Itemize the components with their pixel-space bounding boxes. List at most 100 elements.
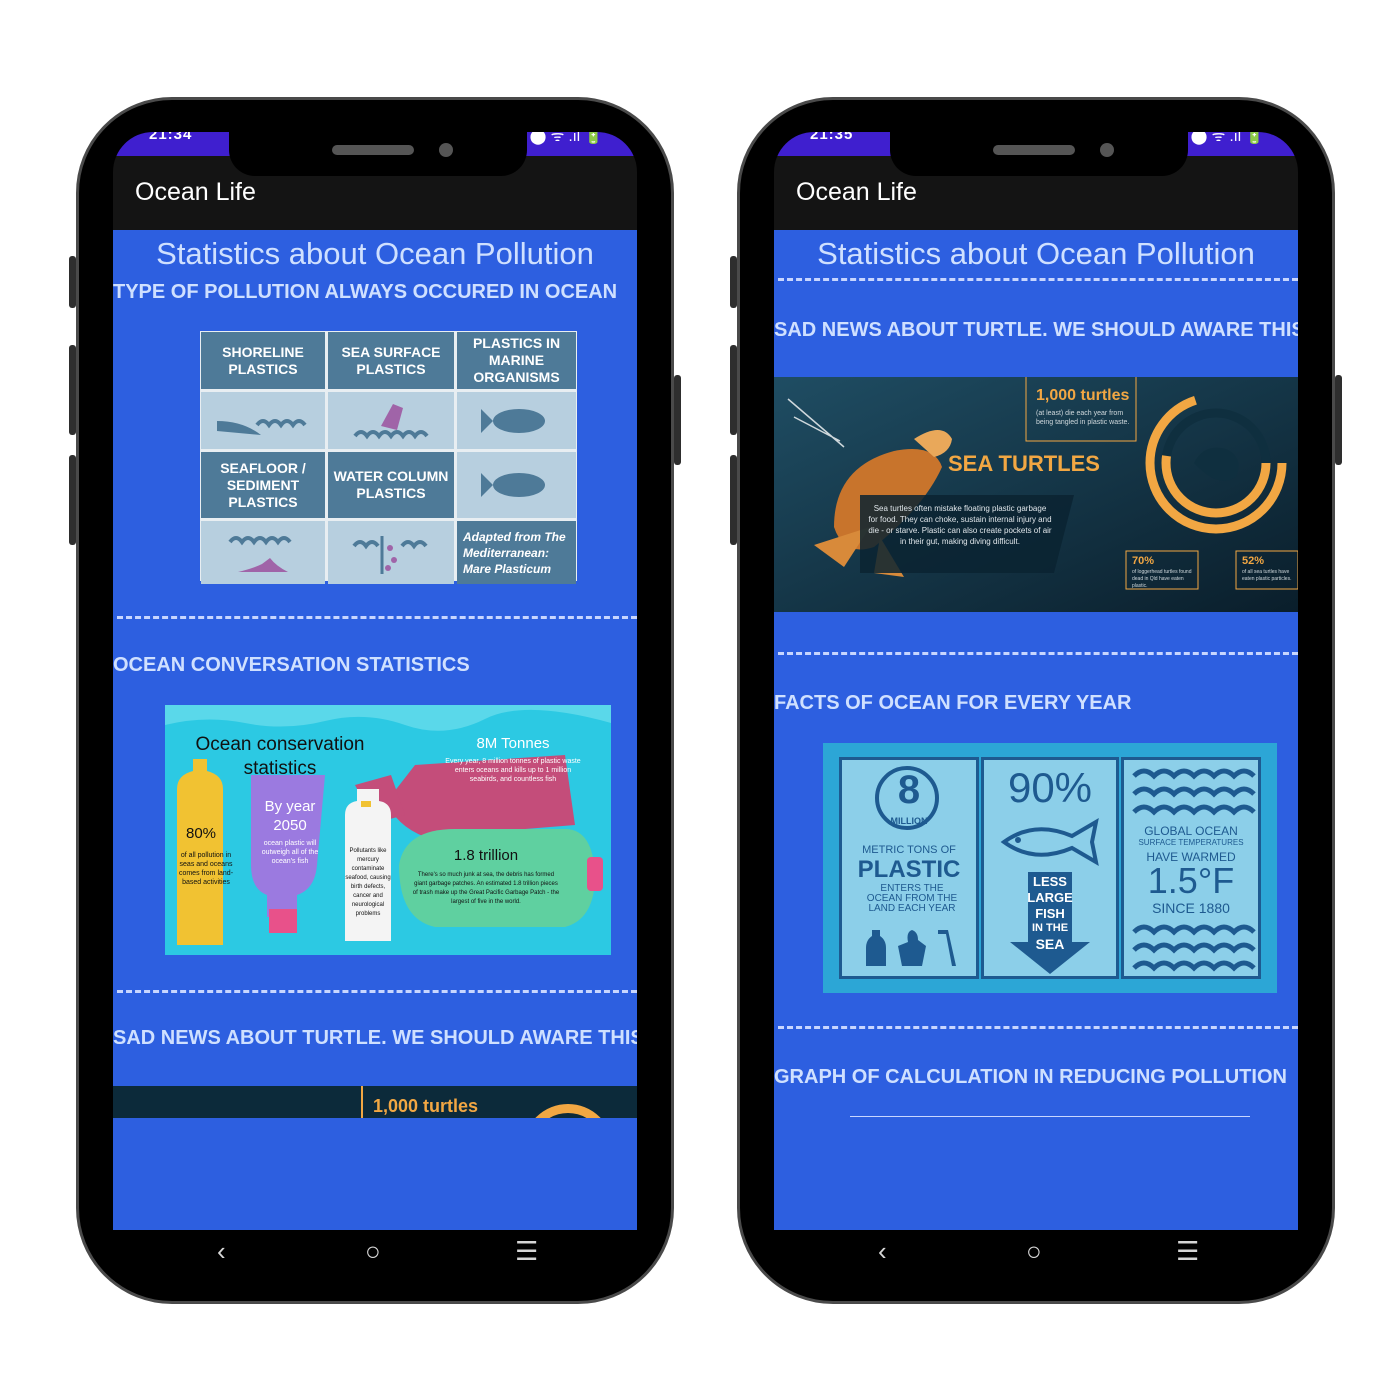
side-button [730, 345, 737, 435]
side-button [730, 455, 737, 545]
fact-label: SINCE 1880 [1152, 900, 1230, 916]
side-button [69, 455, 76, 545]
screen: 21:34 ⬤ ᯤ .ıl 🔋 Ocean Life Statistics ab… [113, 132, 637, 1270]
turtle-count: 1,000 turtles [1036, 387, 1130, 404]
app-title: Ocean Life [135, 178, 256, 206]
stat-head: 1.8 trillion [453, 847, 519, 864]
fact-panel: 8 MILLION METRIC TONS OF PLASTIC ENTERS … [839, 757, 979, 979]
stat-body: of loggerhead turtles found dead in Qld … [1132, 569, 1192, 589]
wave-icon [1132, 768, 1256, 816]
grid-label: SHORELINE PLASTICS [201, 332, 325, 389]
fact-label: SURFACE TEMPERATURES [1138, 838, 1244, 847]
front-camera [1100, 143, 1114, 157]
conservation-infographic: Ocean conservation statistics 8M Tonnes … [165, 705, 611, 955]
pollution-types-infographic: SHORELINE PLASTICS SEA SURFACE PLASTICS … [200, 331, 577, 584]
section-heading: FACTS OF OCEAN FOR EVERY YEAR [774, 692, 1132, 714]
screen-title: Statistics about Ocean Pollution [817, 236, 1255, 271]
side-button [69, 256, 76, 308]
stat-body: ocean plastic will outweigh all of the o… [261, 840, 319, 865]
grid-label: WATER COLUMN PLASTICS [328, 452, 454, 518]
front-camera [439, 143, 453, 157]
fact-label: MILLION [890, 816, 928, 826]
speaker [332, 145, 414, 155]
app-title: Ocean Life [796, 178, 917, 206]
wave-icon [1132, 924, 1256, 972]
section-heading: TYPE OF POLLUTION ALWAYS OCCURED IN OCEA… [113, 281, 618, 303]
side-button [730, 256, 737, 308]
speaker [993, 145, 1075, 155]
fact-number: 8 [897, 768, 921, 812]
stat-body: Pollutants like mercury contaminate seaf… [345, 848, 391, 917]
stat-body: of all sea turtles have eaten plastic pa… [1242, 569, 1292, 582]
turtle-infographic-preview: 1,000 turtles [113, 1086, 637, 1118]
stat-head: 52% [1242, 555, 1265, 567]
bottle-wave-icon [328, 392, 454, 449]
grid-label: PLASTICS IN MARINE ORGANISMS [457, 332, 576, 389]
side-button [69, 345, 76, 435]
dashed-divider [778, 1026, 1298, 1029]
seafloor-wave-icon [201, 521, 325, 584]
screen: 21:35 ⬤ ᯤ .ıl 🔋 Ocean Life Statistics ab… [774, 132, 1298, 1270]
section-heading: OCEAN CONVERSATION STATISTICS [113, 654, 470, 676]
dashed-divider [778, 278, 1298, 281]
fact-label: GLOBAL OCEAN [1144, 824, 1238, 838]
ocean-facts-infographic: 8 MILLION METRIC TONS OF PLASTIC ENTERS … [823, 743, 1277, 993]
menu-icon[interactable]: ☰ [1176, 1236, 1199, 1267]
fact-label: LESS [1033, 874, 1067, 889]
fact-label: METRIC TONS OF [862, 844, 956, 856]
section-heading: SAD NEWS ABOUT TURTLE. WE SHOULD AWARE T… [113, 1027, 637, 1049]
fact-label: LARGE [1027, 890, 1073, 905]
status-time: 21:35 [810, 132, 854, 143]
turtle-body: Sea turtles often mistake floating plast… [868, 504, 1052, 546]
fact-label: IN THE [1031, 922, 1069, 934]
scroll-content[interactable]: Statistics about Ocean Pollution TYPE OF… [113, 230, 637, 1230]
menu-icon[interactable]: ☰ [515, 1236, 538, 1267]
fish-icon [457, 392, 576, 449]
dashed-divider [117, 990, 637, 993]
fact-label: FISH [1035, 906, 1065, 921]
fact-label: SEA [1035, 936, 1065, 952]
source-note: Adapted from The Mediterranean: Mare Pla… [457, 521, 576, 584]
stat-body: Every year, 8 million tonnes of plastic … [445, 758, 581, 783]
section-heading: GRAPH OF CALCULATION IN REDUCING POLLUTI… [774, 1066, 1287, 1088]
fact-panel: 90% LESS LARGE FISH IN THE SEA [981, 757, 1119, 979]
stat-head: By year 2050 [264, 798, 316, 834]
turtle-infographic: 1,000 turtles (at least) die each year f… [774, 377, 1298, 612]
back-icon[interactable]: ‹ [878, 1236, 887, 1267]
scroll-content[interactable]: Statistics about Ocean Pollution SAD NEW… [774, 230, 1298, 1230]
fact-number: 1.5°F [1147, 860, 1235, 901]
fact-label: PLASTIC [857, 856, 961, 883]
fish-icon [457, 452, 576, 518]
screen-title: Statistics about Ocean Pollution [156, 236, 594, 271]
section-heading: SAD NEWS ABOUT TURTLE. WE SHOULD AWARE T… [774, 319, 1298, 341]
status-icons: ⬤ ᯤ .ıl 🔋 [529, 132, 603, 145]
infographic-title: Ocean conservation statistics [195, 734, 365, 779]
turtle-count-body: (at least) die each year from being tang… [1036, 410, 1130, 426]
phone-left: 21:34 ⬤ ᯤ .ıl 🔋 Ocean Life Statistics ab… [69, 97, 681, 1304]
turtle-title: SEA TURTLES [948, 451, 1100, 476]
turtle-count: 1,000 turtles [373, 1096, 479, 1116]
trash-icons [866, 930, 956, 966]
notch [229, 130, 527, 176]
phone-right: 21:35 ⬤ ᯤ .ıl 🔋 Ocean Life Statistics ab… [730, 97, 1342, 1304]
stat-body: of all pollution in seas and oceans come… [178, 852, 234, 886]
fish-icon [1000, 818, 1099, 866]
dashed-divider [778, 652, 1298, 655]
back-icon[interactable]: ‹ [217, 1236, 226, 1267]
callout-line [361, 1086, 363, 1118]
stat-head: 8M Tonnes [476, 735, 550, 752]
status-time: 21:34 [149, 132, 193, 143]
side-button [674, 375, 681, 465]
ring-chart [523, 1104, 613, 1118]
water-column-icon [328, 521, 454, 584]
stat-head: 80% [185, 825, 217, 842]
home-icon[interactable]: ○ [365, 1236, 381, 1267]
nav-bar: ‹ ○ ☰ [774, 1230, 1298, 1270]
status-icons: ⬤ ᯤ .ıl 🔋 [1190, 132, 1264, 145]
grid-label: SEAFLOOR / SEDIMENT PLASTICS [201, 452, 325, 518]
home-icon[interactable]: ○ [1026, 1236, 1042, 1267]
fact-panel: GLOBAL OCEAN SURFACE TEMPERATURES HAVE W… [1121, 757, 1261, 979]
dashed-divider [117, 616, 637, 619]
stat-head: 70% [1132, 555, 1155, 567]
grid-label: SEA SURFACE PLASTICS [328, 332, 454, 389]
